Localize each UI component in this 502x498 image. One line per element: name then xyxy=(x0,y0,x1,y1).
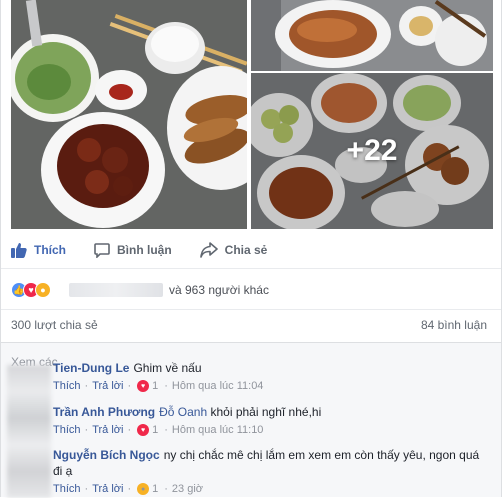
comment-meta: Thích · Trả lời · ♥ 1 · Hôm qua lúc 11:0… xyxy=(53,380,489,392)
reaction-others-text[interactable]: và 963 người khác xyxy=(169,283,269,297)
comment-author[interactable]: Nguyễn Bích Ngọc xyxy=(53,448,160,462)
post-action-bar: Thích Bình luận Chia sẻ xyxy=(11,236,491,264)
comment-reaction-count: 1 xyxy=(152,483,159,495)
photo-grid: +22 xyxy=(11,0,493,232)
share-arrow-icon xyxy=(199,242,218,258)
food-photo-top-right-image xyxy=(251,0,493,71)
comment-time[interactable]: Hôm qua lúc 11:04 xyxy=(172,380,264,392)
thumbs-up-icon xyxy=(11,243,27,258)
comment-reply-link[interactable]: Trả lời xyxy=(92,424,123,436)
blurred-avatars xyxy=(7,365,51,498)
post-stats: 300 lượt chia sẻ 84 bình luận xyxy=(11,318,487,332)
comment-reaction-count: 1 xyxy=(152,380,159,392)
comment-reaction[interactable]: ● 1 xyxy=(137,483,158,495)
more-photos-count[interactable]: +22 xyxy=(251,73,493,229)
separator-dot: · xyxy=(127,424,132,436)
comment-button[interactable]: Bình luận xyxy=(94,242,172,258)
separator-dot: · xyxy=(84,483,89,495)
comment-author[interactable]: Trần Anh Phương xyxy=(53,405,155,419)
share-label: Chia sẻ xyxy=(224,243,268,257)
separator-dot: · xyxy=(164,380,168,392)
heart-icon: ♥ xyxy=(137,380,150,392)
wow-reaction-icon: ● xyxy=(35,282,51,298)
separator-dot: · xyxy=(164,424,168,436)
photo-top-right[interactable] xyxy=(251,0,493,71)
comment-reaction[interactable]: ♥ 1 xyxy=(137,380,158,392)
divider xyxy=(1,268,501,269)
comment-item: Tien-Dung Le Ghim về nấu Thích · Trả lời … xyxy=(53,360,489,392)
comment-author[interactable]: Tien-Dung Le xyxy=(53,361,129,375)
comment-item: Nguyễn Bích Ngọc ny chị chắc mê chị lắm e… xyxy=(53,447,489,495)
separator-dot: · xyxy=(84,380,89,392)
comment-time[interactable]: 23 giờ xyxy=(172,483,203,495)
comment-text: khỏi phải nghĩ nhé,hi xyxy=(210,405,322,419)
comment-meta: Thích · Trả lời · ● 1 · 23 giờ xyxy=(53,483,489,495)
comment-label: Bình luận xyxy=(117,243,172,257)
separator-dot: · xyxy=(127,483,132,495)
share-count[interactable]: 300 lượt chia sẻ xyxy=(11,318,98,332)
divider xyxy=(1,309,501,310)
comment-like-link[interactable]: Thích xyxy=(53,424,81,436)
comment-bubble-icon xyxy=(94,243,110,258)
food-photo-main-image xyxy=(11,0,247,229)
share-button[interactable]: Chia sẻ xyxy=(199,242,268,258)
reaction-icons: 👍 ♥ ● xyxy=(11,282,51,298)
comments-section: Xem các Tien-Dung Le Ghim về nấu Thích · … xyxy=(1,342,501,498)
comment-time[interactable]: Hôm qua lúc 11:10 xyxy=(172,424,264,436)
separator-dot: · xyxy=(164,483,168,495)
reactions-summary[interactable]: 👍 ♥ ● và 963 người khác xyxy=(11,278,491,302)
comment-item: Trần Anh Phương Đỗ Oanh khỏi phải nghĩ nh… xyxy=(53,404,489,436)
facebook-post-card: +22 Thích Bình luận Chia sẻ 👍 ♥ ● và 963… xyxy=(0,0,502,498)
comment-body: Trần Anh Phương Đỗ Oanh khỏi phải nghĩ nh… xyxy=(53,404,489,420)
comment-tagged-user[interactable]: Đỗ Oanh xyxy=(159,405,207,419)
comment-reaction-count: 1 xyxy=(152,424,159,436)
separator-dot: · xyxy=(84,424,89,436)
comment-reaction[interactable]: ♥ 1 xyxy=(137,424,158,436)
comment-reply-link[interactable]: Trả lời xyxy=(92,483,123,495)
comment-body: Nguyễn Bích Ngọc ny chị chắc mê chị lắm e… xyxy=(53,447,489,479)
separator-dot: · xyxy=(127,380,132,392)
comment-body: Tien-Dung Le Ghim về nấu xyxy=(53,360,489,376)
comment-meta: Thích · Trả lời · ♥ 1 · Hôm qua lúc 11:1… xyxy=(53,424,489,436)
heart-icon: ♥ xyxy=(137,424,150,436)
haha-icon: ● xyxy=(137,483,150,495)
like-label: Thích xyxy=(34,243,66,257)
comment-count[interactable]: 84 bình luận xyxy=(421,318,487,332)
comment-text: Ghim về nấu xyxy=(133,361,202,375)
photo-main[interactable] xyxy=(11,0,247,229)
like-button[interactable]: Thích xyxy=(11,242,66,258)
comment-reply-link[interactable]: Trả lời xyxy=(92,380,123,392)
comment-like-link[interactable]: Thích xyxy=(53,483,81,495)
blurred-reactor-name xyxy=(69,283,163,297)
comment-like-link[interactable]: Thích xyxy=(53,380,81,392)
photo-bottom-right[interactable]: +22 xyxy=(251,73,493,229)
